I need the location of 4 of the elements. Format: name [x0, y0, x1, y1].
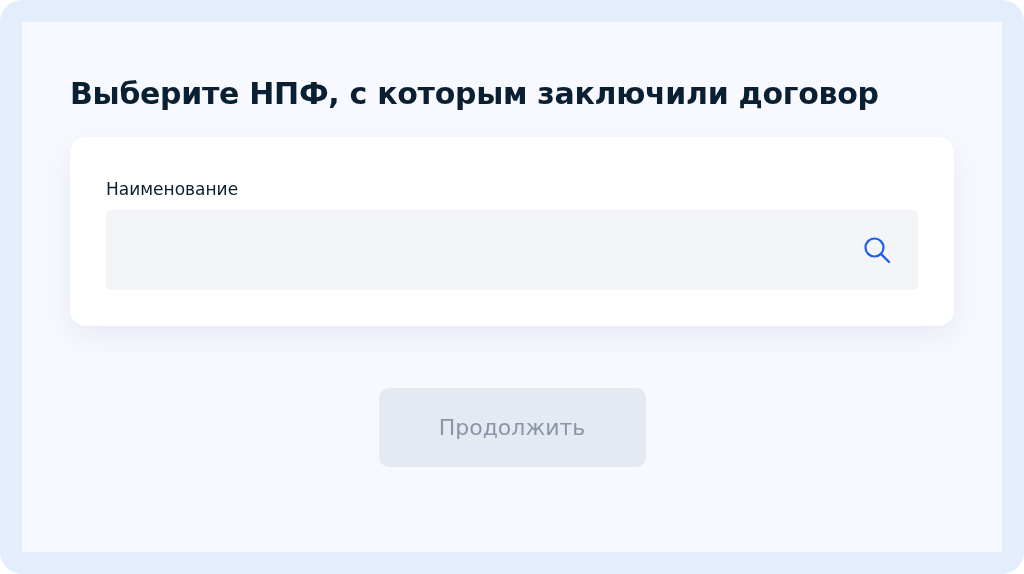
search-icon[interactable] [862, 235, 892, 265]
page-title: Выберите НПФ, с которым заключили договор [70, 75, 879, 113]
search-field[interactable] [106, 210, 918, 290]
field-label: Наименование [106, 178, 239, 201]
